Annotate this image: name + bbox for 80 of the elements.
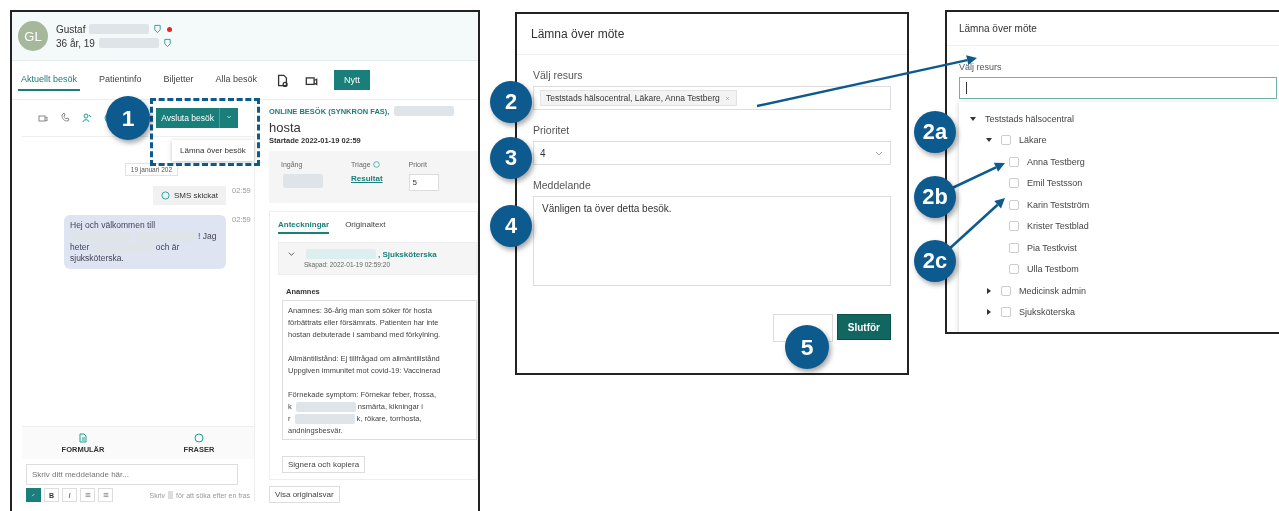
note-author-role: , Sjuksköterska xyxy=(378,249,437,259)
checkbox[interactable] xyxy=(1001,135,1011,146)
tree-item[interactable]: Läkare xyxy=(1019,135,1047,146)
tree-item[interactable]: Sjuksköterska xyxy=(1019,307,1076,318)
patient-name: Gustaf xyxy=(56,23,86,35)
step-badge: 2c xyxy=(914,240,956,282)
tab[interactable]: Originaltext xyxy=(345,220,386,234)
caret-icon xyxy=(225,113,233,121)
sign-copy-button[interactable]: Signera och kopiera xyxy=(282,456,366,473)
redacted-block xyxy=(295,402,356,412)
list-icon xyxy=(83,491,92,499)
menu-item[interactable]: Lämna över besök xyxy=(180,146,246,155)
checkbox[interactable] xyxy=(1009,178,1019,189)
end-visit-button[interactable]: Avsluta besök xyxy=(156,108,219,128)
show-original-button[interactable]: Visa originalsvar xyxy=(269,486,340,503)
tab[interactable]: Anteckningar xyxy=(278,220,330,234)
form-icon xyxy=(78,432,88,443)
tree-item[interactable]: Anna Testberg xyxy=(1027,156,1085,167)
video-icon xyxy=(38,113,48,123)
tree-item[interactable]: Emil Testsson xyxy=(1027,178,1083,189)
checkbox[interactable] xyxy=(1001,307,1011,318)
redacted-block xyxy=(294,414,355,424)
patient-age: 36 år, 19 xyxy=(56,37,95,49)
field-label: Meddelande xyxy=(533,179,592,191)
close-icon xyxy=(723,94,731,102)
chevron-icon xyxy=(287,249,296,258)
resource-chip: Teststads hälsocentral, Läkare, Anna Testberg xyxy=(540,90,737,106)
note-text-box[interactable] xyxy=(282,300,477,440)
tab[interactable]: Alla besök xyxy=(212,69,261,91)
step-badge: 2a xyxy=(914,111,956,153)
tree-item[interactable]: Medicinsk admin xyxy=(1019,285,1087,296)
redacted-block xyxy=(394,106,455,116)
tab[interactable]: Patientinfo xyxy=(96,69,145,91)
avatar: GL xyxy=(18,21,48,51)
tree-item[interactable]: Krister Testblad xyxy=(1027,221,1089,232)
step-badge: 3 xyxy=(490,137,532,179)
field-label: Prioritet xyxy=(533,124,571,136)
tree-item[interactable]: Ulla Testbom xyxy=(1027,264,1079,275)
list-icon xyxy=(101,491,110,499)
clip-icon xyxy=(30,491,37,499)
checkbox[interactable] xyxy=(1009,221,1019,232)
tree-item[interactable]: Karin Testström xyxy=(1027,199,1090,210)
checkbox[interactable] xyxy=(1001,285,1011,296)
step-badge: 4 xyxy=(490,205,532,247)
finish-button[interactable]: Slutför xyxy=(836,314,891,340)
new-button[interactable]: Nytt xyxy=(334,70,371,90)
tree-item[interactable]: Pia Testkvist xyxy=(1027,242,1077,253)
message-input[interactable]: Skriv ditt meddelande här... xyxy=(26,464,238,485)
message-textarea[interactable]: Vänligen ta över detta besök. xyxy=(533,196,891,286)
key-icon xyxy=(168,491,174,499)
list-button[interactable] xyxy=(80,488,95,502)
checkbox[interactable] xyxy=(1009,264,1019,275)
redacted-block xyxy=(306,249,376,259)
step-badge: 2b xyxy=(914,176,956,218)
field-label: Välj resurs xyxy=(533,69,584,81)
tab[interactable]: Biljetter xyxy=(160,69,197,91)
resource-field[interactable]: Teststads hälsocentral, Läkare, Anna Testberg xyxy=(533,86,891,110)
visit-title: hosta xyxy=(269,120,302,135)
field-label: Välj resurs xyxy=(959,62,1003,72)
list-button[interactable] xyxy=(98,488,113,502)
phone-icon xyxy=(60,113,70,123)
help-icon xyxy=(372,161,380,168)
priority-field[interactable]: 5 xyxy=(408,174,439,191)
status-dot xyxy=(167,26,173,32)
chat-message: Hej och välkommen till ! Jag heter och är sjuksköterska. xyxy=(64,215,226,269)
tree-item[interactable]: Teststads hälsocentral xyxy=(985,113,1075,124)
result-link[interactable]: Resultat xyxy=(351,174,383,183)
sms-label: SMS skickat xyxy=(174,191,218,200)
checkbox[interactable] xyxy=(1009,156,1019,167)
step-badge: 2 xyxy=(490,81,532,123)
people-icon xyxy=(82,113,92,123)
tab[interactable]: Aktuellt besök xyxy=(18,69,81,91)
resource-search-field[interactable] xyxy=(959,77,1277,99)
dialog-title: Lämna över möte xyxy=(517,14,907,55)
document-icon xyxy=(276,73,290,87)
priority-select[interactable]: 4 xyxy=(533,141,891,165)
checkbox[interactable] xyxy=(1009,199,1019,210)
attach-toggle[interactable] xyxy=(26,488,41,502)
checkbox[interactable] xyxy=(1009,242,1019,253)
dialog-title: Lämna över möte xyxy=(947,12,1279,46)
